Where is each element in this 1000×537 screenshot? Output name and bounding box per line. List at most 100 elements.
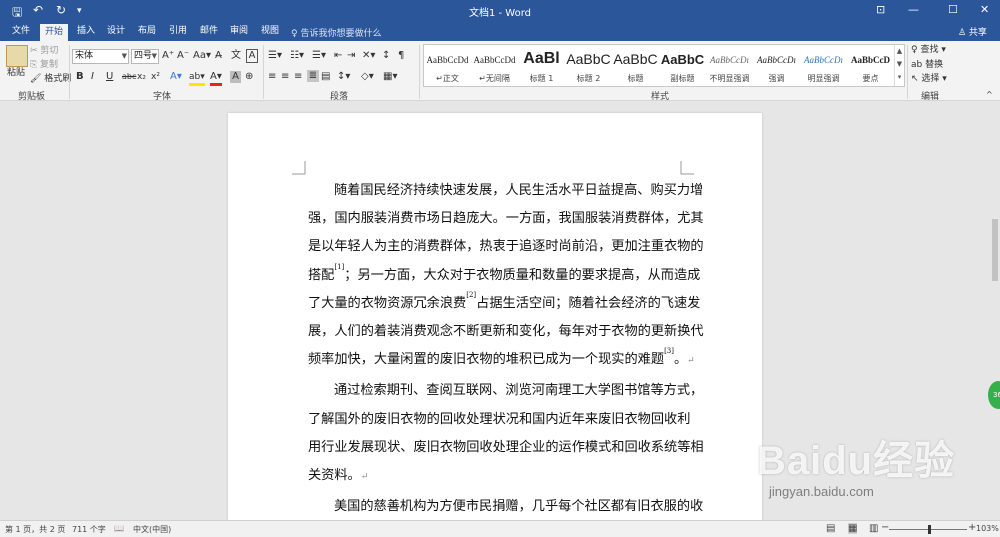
document-paragraph[interactable]: 通过检索期刊、查阅互联网、浏览河南理工大学图书馆等方式， 了解国外的废旧衣物的回收… (308, 377, 704, 491)
text-effects-icon[interactable]: A▾ (170, 71, 182, 83)
style-heading-2[interactable]: AaBbC 标题 2 (565, 45, 612, 86)
tab-review[interactable]: 审阅 (230, 25, 248, 38)
watermark-brand: Baidu经验 (757, 439, 956, 483)
scrollbar-thumb[interactable] (992, 219, 998, 281)
document-line: 频率加快，大量闲置的废旧衣物的堆积已成为一个现实的难题[3]。↵ (308, 347, 695, 368)
group-divider (263, 45, 264, 99)
document-page[interactable]: 随着国民经济持续快速发展，人民生活水平日益提高、购买力增 强，国内服装消费市场日趋… (228, 113, 762, 533)
document-body[interactable]: 随着国民经济持续快速发展，人民生活水平日益提高、购买力增 强，国内服装消费市场日趋… (308, 177, 704, 521)
tab-mailings[interactable]: 邮件 (200, 25, 218, 38)
chevron-down-icon: ▼ (121, 52, 127, 60)
style-title[interactable]: AaBbC 标题 (612, 45, 659, 86)
line-spacing-icon[interactable]: ↕▾ (337, 71, 350, 83)
close-button[interactable]: ✕ (980, 3, 989, 16)
style-no-spacing[interactable]: AaBbCcDd ↵无间隔 (471, 45, 518, 86)
document-line: 随着国民经济持续快速发展，人民生活水平日益提高、购买力增 (334, 183, 704, 198)
justify-icon[interactable]: ≣ (307, 70, 319, 82)
proofing-icon[interactable]: 📖 (114, 524, 124, 533)
borders-icon[interactable]: ▦▾ (383, 71, 397, 83)
find-button[interactable]: ♀ 查找 ▾ (911, 44, 946, 56)
bullets-icon[interactable]: ☰▾ (268, 50, 282, 62)
print-layout-icon[interactable]: ▦ (848, 523, 858, 534)
style-subtitle[interactable]: AaBbC 副标题 (659, 45, 706, 86)
cut-button[interactable]: ✂ 剪切 (30, 45, 58, 57)
format-painter-button[interactable]: 🖌 格式刷 (30, 73, 71, 85)
style-emphasis[interactable]: AaBbCcDı 强调 (753, 45, 800, 86)
document-line: 用行业发展现状、废旧衣物回收处理企业的运作模式和回收系统等相 (308, 439, 704, 455)
font-name-value: 宋体 (75, 51, 94, 61)
style-strong[interactable]: AaBbCcD 要点 (847, 45, 894, 86)
style-intense-emphasis[interactable]: AaBbCcDı 明显强调 (800, 45, 847, 86)
style-preview: AaBbCcDı (804, 55, 843, 65)
grow-font-icon[interactable]: A⁺ (162, 50, 174, 62)
sort-icon[interactable]: ↕ (382, 50, 390, 62)
style-name: 标题 2 (576, 74, 601, 83)
shading-icon[interactable]: ◇▾ (361, 71, 374, 83)
paste-button[interactable]: 粘贴 (7, 67, 25, 79)
document-paragraph[interactable]: 随着国民经济持续快速发展，人民生活水平日益提高、购买力增 强，国内服装消费市场日趋… (308, 177, 704, 375)
language-indicator[interactable]: 中文(中国) (133, 524, 171, 535)
web-layout-icon[interactable]: ▥ (869, 523, 878, 534)
font-name-select[interactable]: 宋体 ▼ (72, 49, 129, 64)
character-shading-icon[interactable]: A (230, 71, 241, 83)
font-color-icon[interactable]: A▾ (210, 71, 222, 86)
maximize-button[interactable]: ☐ (948, 3, 958, 16)
styles-scroll[interactable]: ▲ ▼ ▾ (894, 45, 904, 86)
multilevel-list-icon[interactable]: ☰▾ (312, 50, 326, 62)
style-normal[interactable]: AaBbCcDd ↵正文 (424, 45, 471, 86)
paste-icon (6, 45, 28, 67)
style-heading-1[interactable]: AaBl 标题 1 (518, 45, 565, 86)
subscript-button[interactable]: x₂ (137, 71, 146, 83)
phonetic-guide-icon[interactable]: 文 (231, 50, 241, 62)
bold-button[interactable]: B (76, 71, 84, 83)
tab-file[interactable]: 文件 (12, 25, 30, 38)
zoom-out-button[interactable]: − (881, 522, 889, 533)
tab-design[interactable]: 设计 (107, 25, 125, 38)
decrease-indent-icon[interactable]: ⇤ (334, 50, 342, 62)
word-count[interactable]: 711 个字 (72, 524, 106, 535)
increase-indent-icon[interactable]: ⇥ (347, 50, 355, 62)
tab-insert[interactable]: 插入 (77, 25, 95, 38)
highlight-color-icon[interactable]: ab▾ (189, 71, 205, 86)
underline-button[interactable]: U (106, 71, 113, 83)
ribbon-home: 粘贴 ✂ 剪切 ⎘ 复制 🖌 格式刷 剪贴板 宋体 ▼ 四号 ▼ A⁺ A⁻ Aa▾… (0, 41, 1000, 102)
clear-format-icon[interactable]: A̶ (215, 50, 222, 62)
ribbon-tabs: 文件 开始 插入 设计 布局 引用 邮件 审阅 视图 ♀ 告诉我你想要做什么 ♙… (0, 22, 1000, 41)
italic-button[interactable]: I (91, 71, 94, 83)
style-subtle-emphasis[interactable]: AaBbCcDı 不明显强调 (706, 45, 753, 86)
align-left-icon[interactable]: ≡ (268, 71, 276, 83)
status-bar: 第 1 页，共 2 页 711 个字 📖 中文(中国) ▤ ▦ ▥ − + 10… (0, 520, 1000, 537)
ribbon-display-options-icon[interactable]: ⊡ (876, 3, 885, 16)
tab-view[interactable]: 视图 (261, 25, 279, 38)
align-right-icon[interactable]: ≡ (294, 71, 302, 83)
character-border-icon[interactable]: A (246, 49, 258, 63)
zoom-level[interactable]: 103% (976, 524, 999, 533)
distributed-icon[interactable]: ▤ (321, 71, 330, 83)
change-case-icon[interactable]: Aa▾ (193, 50, 211, 62)
citation-marker: [1] (334, 262, 345, 271)
shrink-font-icon[interactable]: A⁻ (177, 50, 189, 62)
zoom-slider-thumb[interactable] (928, 525, 932, 534)
numbering-icon[interactable]: ☷▾ (290, 50, 304, 62)
vertical-scrollbar[interactable] (990, 101, 1000, 520)
minimize-button[interactable]: — (908, 3, 919, 16)
page-count[interactable]: 第 1 页，共 2 页 (5, 524, 65, 535)
replace-button[interactable]: ab 替换 (911, 59, 943, 71)
enclose-characters-icon[interactable]: ⊕ (245, 71, 253, 83)
strikethrough-button[interactable]: abc (122, 71, 136, 83)
tab-references[interactable]: 引用 (169, 25, 187, 38)
tab-layout[interactable]: 布局 (138, 25, 156, 38)
chinese-layout-icon[interactable]: ✕▾ (362, 50, 375, 62)
copy-button[interactable]: ⎘ 复制 (30, 59, 58, 71)
align-center-icon[interactable]: ≡ (281, 71, 289, 83)
tab-home[interactable]: 开始 (40, 24, 69, 41)
collapse-ribbon-icon[interactable]: ^ (986, 89, 993, 101)
superscript-button[interactable]: x² (151, 71, 160, 83)
share-button[interactable]: ♙ 共享 (958, 25, 987, 38)
font-size-select[interactable]: 四号 ▼ (131, 49, 159, 64)
tell-me-search[interactable]: ♀ 告诉我你想要做什么 (291, 26, 381, 39)
show-marks-icon[interactable]: ¶ (398, 50, 404, 62)
read-mode-icon[interactable]: ▤ (826, 523, 835, 534)
select-button[interactable]: ↖ 选择 ▾ (911, 73, 947, 85)
document-paragraph[interactable]: 美国的慈善机构为方便市民捐赠，几乎每个社区都有旧衣服的收 (308, 493, 703, 521)
